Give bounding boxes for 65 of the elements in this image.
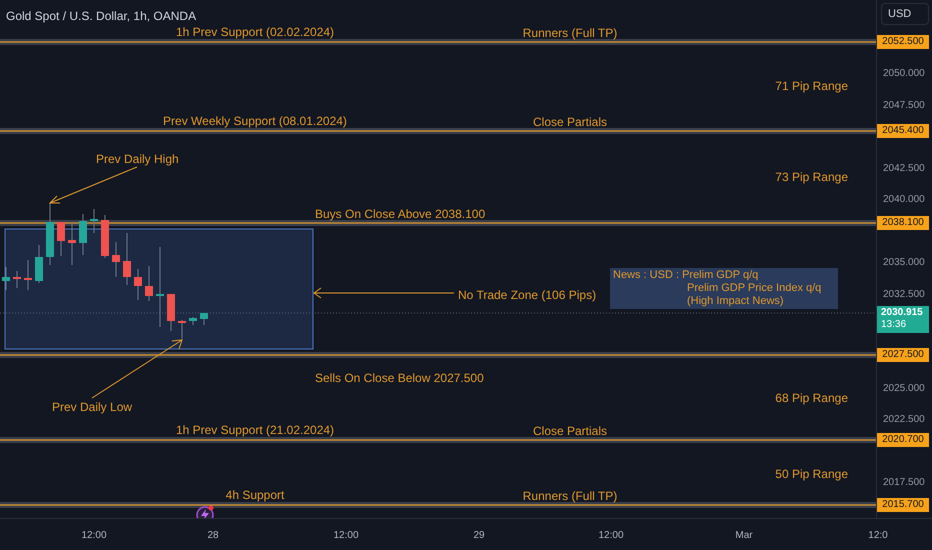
candle (24, 260, 32, 290)
candle (57, 222, 65, 256)
candle (101, 214, 109, 258)
level-price-label: 2045.400 (877, 124, 929, 138)
candle (200, 312, 208, 326)
candle (134, 268, 142, 300)
callout-label: Prev Daily Low (52, 399, 132, 416)
zone-label: No Trade Zone (106 Pips) (458, 287, 596, 304)
level-price-label: 2052.500 (877, 35, 929, 49)
level-note: Close Partials (532, 423, 608, 440)
news-line: (High Impact News) (686, 295, 785, 308)
time-tick: 29 (473, 529, 485, 543)
candle (35, 244, 43, 284)
buy-note: Buys On Close Above 2038.100 (315, 206, 486, 223)
time-tick: 28 (207, 529, 219, 543)
price-tick: 2017.500 (883, 476, 925, 490)
level-note: Prev Weekly Support (08.01.2024) (162, 113, 348, 130)
price-tick: 2042.500 (883, 162, 925, 176)
price-tick: 2035.000 (883, 256, 925, 270)
price-tick: 2050.000 (883, 67, 925, 82)
candle (112, 242, 120, 278)
level-note: 1h Prev Support (21.02.2024) (174, 422, 336, 439)
candle (90, 208, 98, 234)
candle (167, 294, 175, 332)
level-note: Runners (Full TP) (522, 25, 618, 42)
level-price-label: 2020.700 (877, 433, 929, 447)
callout-label: Prev Daily High (96, 151, 179, 168)
range-note: 73 Pip Range (775, 169, 848, 186)
candle (68, 222, 76, 266)
news-line: Prelim GDP Price Index q/q (686, 282, 822, 295)
news-line: News : USD : Prelim GDP q/q (613, 269, 760, 282)
level-note: 1h Prev Support (02.02.2024) (174, 24, 336, 41)
price-tick: 2022.500 (883, 413, 925, 428)
candle (178, 320, 186, 340)
range-note: 71 Pip Range (775, 78, 848, 95)
currency-button[interactable]: USD (881, 3, 929, 25)
price-tick: 2025.000 (883, 382, 925, 396)
level-price-label: 2027.500 (877, 348, 929, 362)
time-tick: 12:00 (333, 529, 359, 543)
range-note: 50 Pip Range (775, 466, 848, 483)
time-tick: 12:0 (868, 529, 888, 543)
lightning-event-icon[interactable] (196, 506, 214, 518)
time-tick: 12:00 (598, 529, 624, 543)
candle (79, 214, 87, 256)
range-note: 68 Pip Range (775, 390, 848, 407)
level-price-label: 2015.700 (877, 498, 929, 512)
candle (123, 232, 131, 286)
level-note: 4h Support (224, 487, 286, 504)
time-tick: Mar (735, 529, 753, 543)
candle (13, 270, 21, 288)
level-price-label: 2038.100 (877, 216, 929, 230)
candle (2, 266, 10, 290)
sell-note: Sells On Close Below 2027.500 (315, 370, 484, 387)
candle (189, 316, 197, 326)
price-tick: 2040.000 (883, 193, 925, 208)
level-note: Close Partials (532, 114, 608, 131)
current-price: 2030.915 (881, 307, 924, 319)
price-tick: 2047.500 (883, 98, 925, 113)
level-note: Runners (Full TP) (522, 488, 618, 505)
bar-countdown: 13:36 (881, 319, 908, 331)
time-tick: 12:00 (81, 529, 107, 543)
candle (145, 266, 153, 302)
chart-title: Gold Spot / U.S. Dollar, 1h, OANDA (6, 8, 196, 25)
candle (46, 202, 54, 266)
price-tick: 2032.500 (883, 288, 925, 302)
